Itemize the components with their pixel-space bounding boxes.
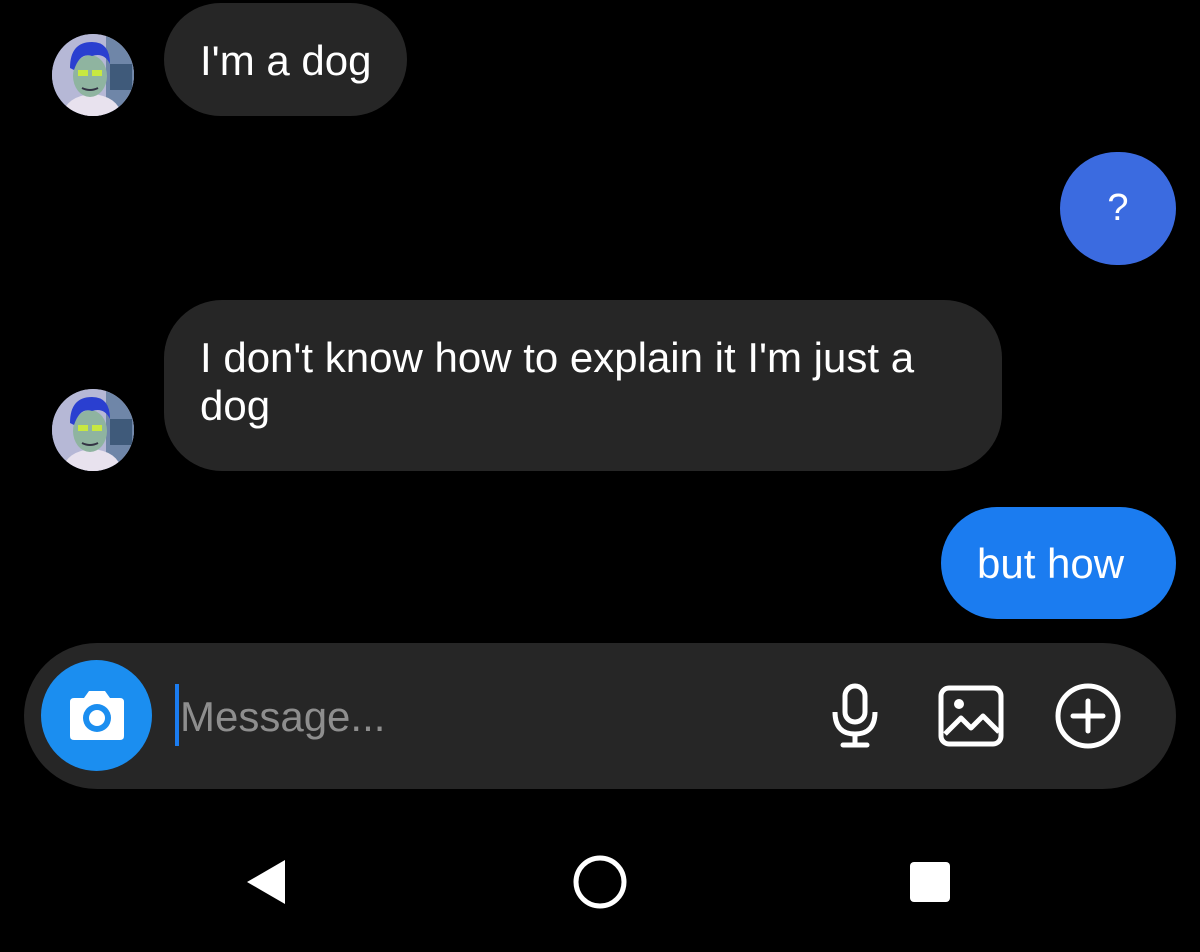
recents-button[interactable] [900, 852, 960, 912]
avatar-image [52, 34, 134, 116]
back-button[interactable] [236, 852, 296, 912]
recents-icon [910, 862, 950, 902]
chat-screen: I'm a dog ? I don't know how to explain … [0, 0, 1200, 952]
add-icon [1055, 683, 1121, 749]
incoming-message[interactable]: I don't know how to explain it I'm just … [164, 300, 1002, 471]
avatar-image [52, 389, 134, 471]
message-text: ? [1107, 187, 1129, 229]
sender-avatar[interactable] [52, 34, 134, 116]
home-button[interactable] [568, 850, 632, 914]
gallery-icon [938, 685, 1004, 747]
gallery-button[interactable] [935, 680, 1007, 752]
text-cursor [175, 684, 179, 746]
message-text: I'm a dog [200, 37, 372, 84]
outgoing-message[interactable]: but how [941, 507, 1176, 619]
back-icon [247, 860, 285, 904]
camera-icon [69, 690, 124, 740]
camera-button[interactable] [41, 660, 152, 771]
microphone-icon [832, 683, 878, 748]
add-button[interactable] [1052, 680, 1124, 752]
microphone-button[interactable] [822, 680, 888, 752]
message-text: but how [977, 540, 1125, 587]
message-input[interactable] [180, 690, 780, 744]
sender-avatar[interactable] [52, 389, 134, 471]
home-icon [573, 855, 627, 909]
incoming-message[interactable]: I'm a dog [164, 3, 408, 116]
outgoing-message[interactable]: ? [1060, 152, 1176, 265]
message-text: I don't know how to explain it I'm just … [200, 334, 915, 429]
